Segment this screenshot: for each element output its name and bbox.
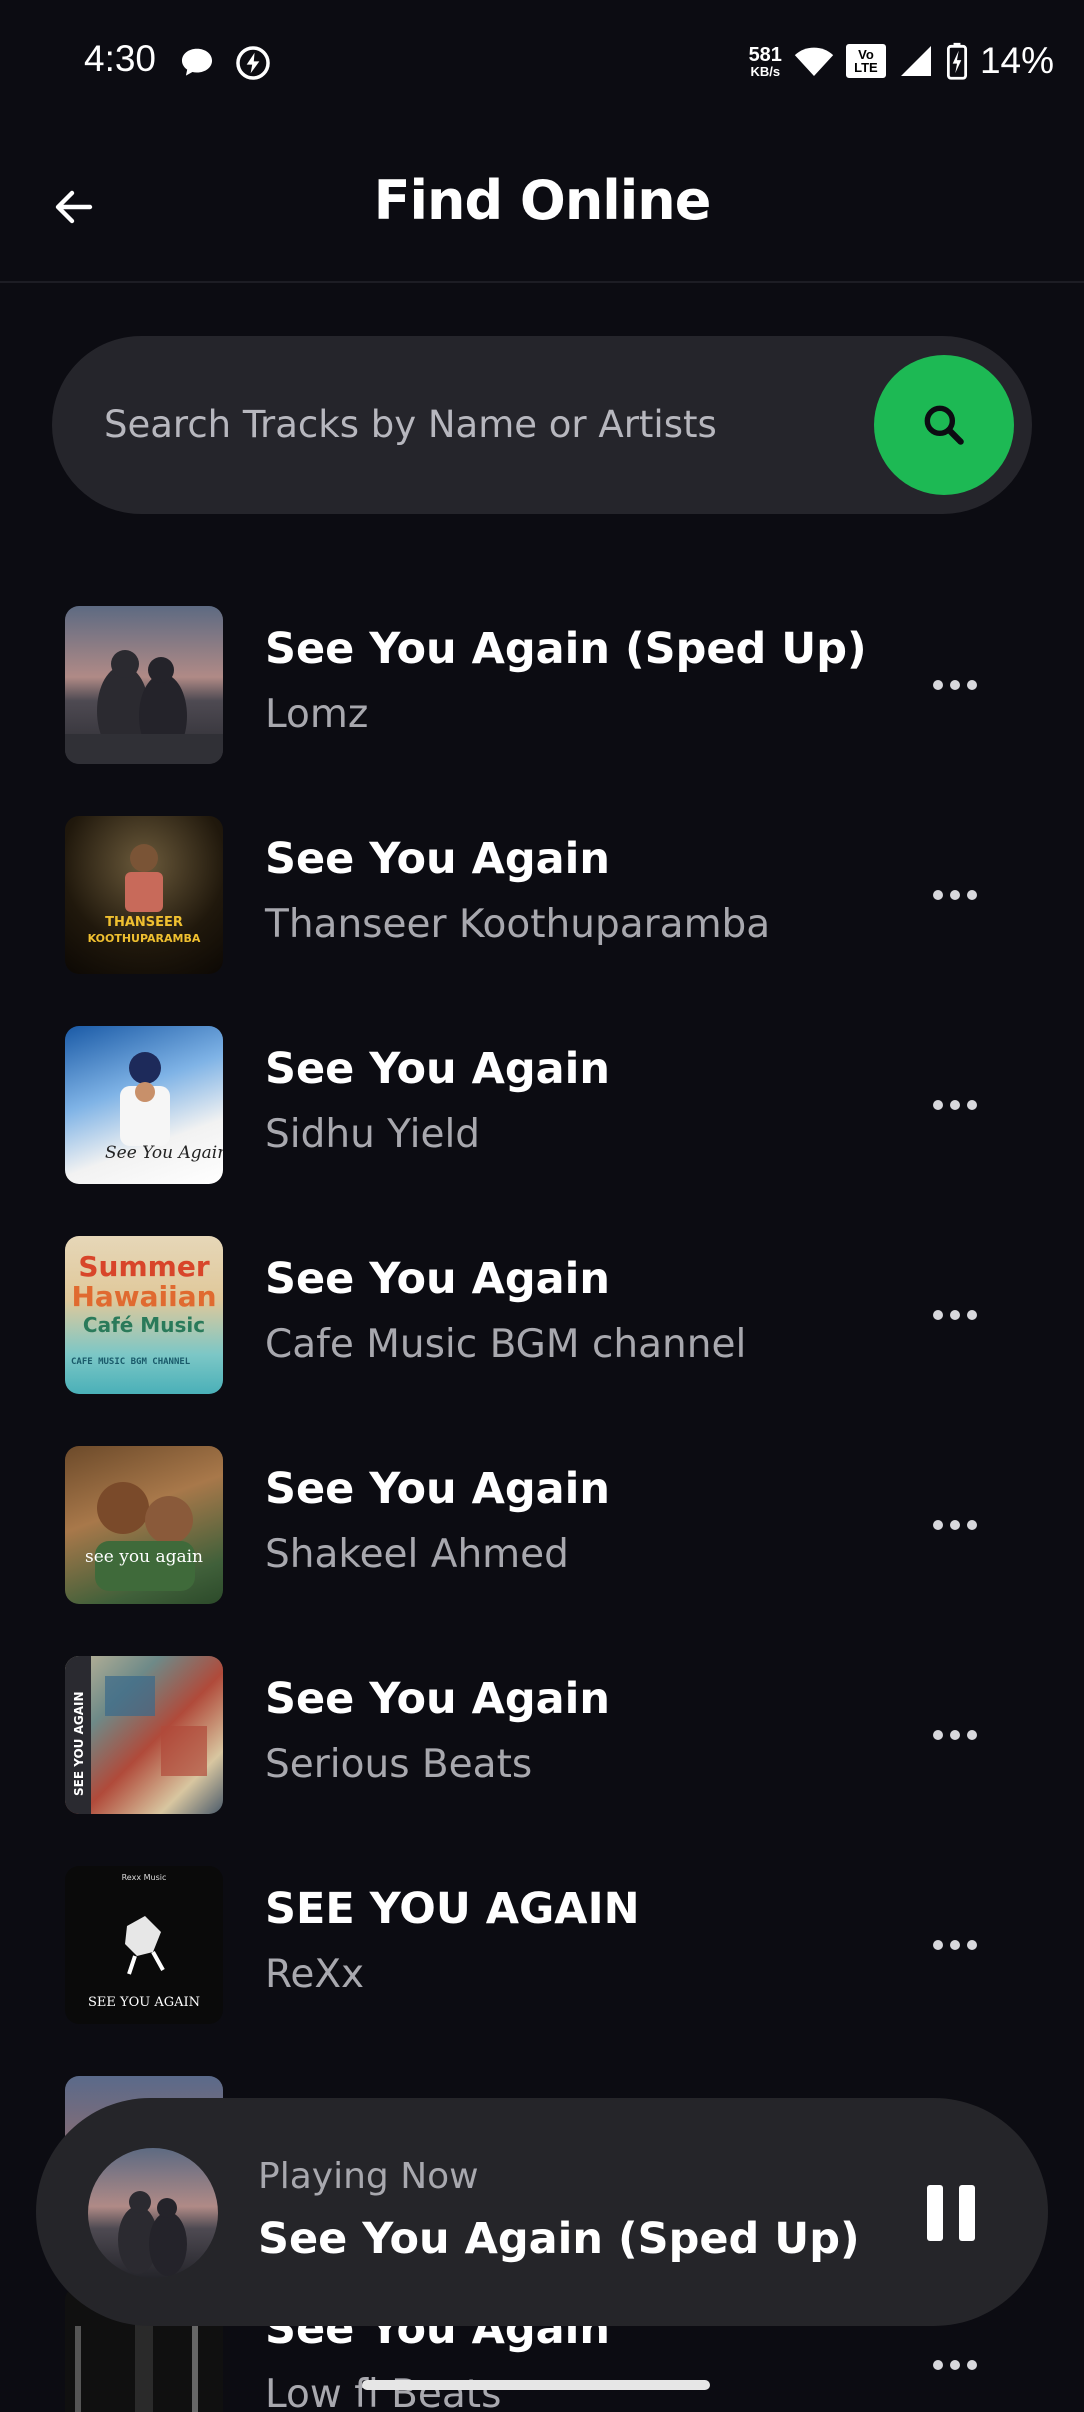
track-title: See You Again (Sped Up) xyxy=(265,624,867,674)
cell-signal-icon xyxy=(900,46,931,76)
now-playing-art xyxy=(88,2148,218,2278)
track-item[interactable]: See You Again See You Again Sidhu Yield xyxy=(0,1020,1084,1230)
svg-text:KOOTHUPARAMBA: KOOTHUPARAMBA xyxy=(88,932,201,945)
track-title: See You Again xyxy=(265,1464,611,1514)
svg-text:SEE YOU AGAIN: SEE YOU AGAIN xyxy=(88,1995,200,2010)
svg-text:Hawaiian: Hawaiian xyxy=(71,1280,216,1313)
more-options-button[interactable] xyxy=(920,2340,990,2390)
svg-text:Café Music: Café Music xyxy=(83,1313,205,1337)
more-dots-icon xyxy=(933,1100,943,1110)
more-dots-icon xyxy=(933,1940,943,1950)
track-artist: Low fi Beats xyxy=(265,2372,502,2412)
track-artist: Lomz xyxy=(265,692,369,737)
album-art: Summer Hawaiian Café Music CAFE MUSIC BG… xyxy=(65,1236,223,1394)
svg-text:Rexx Music: Rexx Music xyxy=(122,1873,167,1882)
album-art xyxy=(65,606,223,764)
album-art: see you again xyxy=(65,1446,223,1604)
more-options-button[interactable] xyxy=(920,1080,990,1130)
track-item[interactable]: See You Again (Sped Up) Lomz xyxy=(0,600,1084,810)
search-icon xyxy=(924,405,964,445)
home-indicator[interactable] xyxy=(362,2380,710,2390)
page-title: Find Online xyxy=(373,169,712,232)
track-artist: Thanseer Koothuparamba xyxy=(265,902,771,947)
now-playing-label: Playing Now xyxy=(258,2156,479,2197)
svg-text:CAFE MUSIC BGM CHANNEL: CAFE MUSIC BGM CHANNEL xyxy=(71,1357,191,1367)
status-time: 4:30 xyxy=(84,38,157,79)
track-item[interactable]: Summer Hawaiian Café Music CAFE MUSIC BG… xyxy=(0,1230,1084,1440)
more-options-button[interactable] xyxy=(920,660,990,710)
more-options-button[interactable] xyxy=(920,1290,990,1340)
net-speed: 581 KB/s xyxy=(748,43,782,79)
search-button[interactable] xyxy=(874,355,1014,495)
silhouette-image xyxy=(65,650,223,764)
more-options-button[interactable] xyxy=(920,870,990,920)
track-item[interactable]: Rexx Music SEE YOU AGAIN SEE YOU AGAIN R… xyxy=(0,1860,1084,2070)
more-dots-icon xyxy=(933,680,943,690)
album-art: SEE YOU AGAIN xyxy=(65,1656,223,1814)
more-options-button[interactable] xyxy=(920,1500,990,1550)
now-playing-bar[interactable]: Playing Now See You Again (Sped Up) xyxy=(36,2098,1048,2326)
now-playing-title: See You Again (Sped Up) xyxy=(258,2214,860,2264)
svg-text:THANSEER: THANSEER xyxy=(105,915,183,930)
track-title: See You Again xyxy=(265,1674,611,1724)
track-artist: Sidhu Yield xyxy=(265,1112,481,1157)
more-dots-icon xyxy=(933,1310,943,1320)
more-dots-icon xyxy=(933,2360,943,2370)
more-dots-icon xyxy=(933,1520,943,1530)
more-options-button[interactable] xyxy=(920,1920,990,1970)
track-title: See You Again xyxy=(265,1254,611,1304)
volte-icon: Vo LTE xyxy=(845,44,886,78)
more-options-button[interactable] xyxy=(920,1710,990,1760)
album-art: Rexx Music SEE YOU AGAIN xyxy=(65,1866,223,2024)
track-item[interactable]: SEE YOU AGAIN See You Again Serious Beat… xyxy=(0,1650,1084,1860)
status-notification-icons xyxy=(178,44,272,82)
track-title: See You Again xyxy=(265,834,611,884)
track-item[interactable]: THANSEER KOOTHUPARAMBA See You Again Tha… xyxy=(0,810,1084,1020)
album-art: THANSEER KOOTHUPARAMBA xyxy=(65,816,223,974)
track-artist: Serious Beats xyxy=(265,1742,533,1787)
track-artist: ReXx xyxy=(265,1952,365,1997)
status-system-icons: 581 KB/s Vo LTE 14% xyxy=(749,40,1054,82)
pause-button[interactable] xyxy=(916,2178,986,2248)
album-art: See You Again xyxy=(65,1026,223,1184)
battery-charging-icon xyxy=(946,42,967,80)
battery-percent: 14% xyxy=(979,40,1054,81)
svg-text:Summer: Summer xyxy=(78,1250,209,1283)
svg-text:SEE YOU AGAIN: SEE YOU AGAIN xyxy=(72,1691,86,1796)
more-dots-icon xyxy=(933,1730,943,1740)
track-artist: Cafe Music BGM channel xyxy=(265,1322,747,1367)
search-bar xyxy=(52,336,1032,514)
more-dots-icon xyxy=(933,890,943,900)
track-artist: Shakeel Ahmed xyxy=(265,1532,569,1577)
chat-bubble-icon xyxy=(181,48,213,76)
status-bar: 4:30 581 KB/s Vo LTE 14% xyxy=(0,0,1084,125)
svg-text:see you again: see you again xyxy=(85,1547,203,1567)
wifi-icon xyxy=(794,47,834,76)
track-title: SEE YOU AGAIN xyxy=(265,1884,640,1934)
track-item[interactable]: see you again See You Again Shakeel Ahme… xyxy=(0,1440,1084,1650)
bolt-circle-icon xyxy=(236,46,270,80)
search-input[interactable] xyxy=(104,388,884,460)
track-title: See You Again xyxy=(265,1044,611,1094)
pause-icon xyxy=(927,2185,943,2241)
app-header: Find Online xyxy=(0,125,1084,283)
svg-text:See You Again: See You Again xyxy=(105,1143,223,1163)
